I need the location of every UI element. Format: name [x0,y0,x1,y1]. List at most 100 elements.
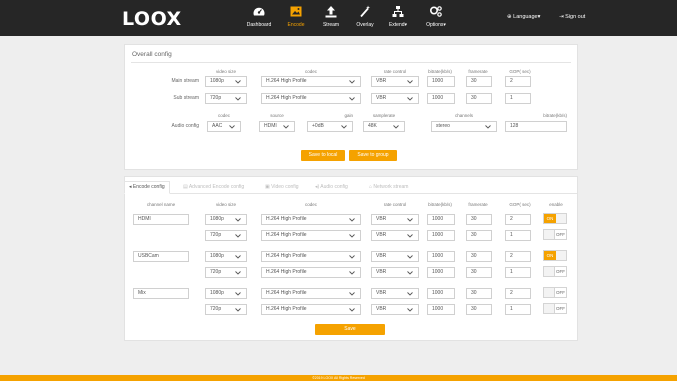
codec-select[interactable]: H.264 High Profile [261,288,361,299]
sub-video-size-select[interactable]: 720p [205,93,247,104]
toggle-knob: ON [544,251,556,260]
dashboard-icon [253,7,265,16]
header-video-size: video size [215,202,236,207]
bitrate-input[interactable]: 1000 [427,214,455,225]
framerate-input[interactable]: 30 [466,251,492,262]
encode-config-panel: ◂ Encode config ▤ Advanced Encode config… [124,176,578,341]
bitrate-input[interactable]: 1000 [427,288,455,299]
audio-config-label: Audio config [171,123,199,129]
chevron-down-icon [407,271,413,275]
chevron-down-icon [235,308,241,312]
codec-select[interactable]: H.264 High Profile [261,267,361,278]
tree-icon [392,6,404,17]
bitrate-input[interactable]: 1000 [427,267,455,278]
enable-toggle[interactable]: OFF [543,229,567,240]
sub-bitrate-input[interactable]: 1000 [427,93,455,104]
rate-control-select[interactable]: VBR [371,267,419,278]
framerate-input[interactable]: 30 [466,288,492,299]
sub-rate-control-select[interactable]: VBR [371,93,419,104]
chevron-down-icon [349,234,355,238]
channel-name-input[interactable]: Mix [133,288,189,299]
header-audio-gain: gain [344,113,353,118]
gop-input[interactable]: 1 [505,267,531,278]
sub-gop-input[interactable]: 1 [505,93,531,104]
framerate-input[interactable]: 30 [466,214,492,225]
main-rate-control-select[interactable]: VBR [371,76,419,87]
framerate-input[interactable]: 30 [466,304,492,315]
framerate-input[interactable]: 30 [466,267,492,278]
main-gop-input[interactable]: 2 [505,76,531,87]
header-gop: GOP( sec) [509,69,531,74]
enable-toggle[interactable]: ON [543,250,567,261]
tab-network-stream[interactable]: ⌂ Network stream [369,181,408,194]
chevron-down-icon [407,218,413,222]
audio-bitrate-input[interactable]: 128 [505,121,567,132]
channel-name-input[interactable]: USBCam [133,251,189,262]
enable-toggle[interactable]: ON [543,213,567,224]
chevron-down-icon [349,218,355,222]
enable-toggle[interactable]: OFF [543,287,567,298]
audio-codec-select[interactable]: AAC [207,121,241,132]
main-codec-select[interactable]: H.264 High Profile [261,76,361,87]
rate-control-select[interactable]: VBR [371,304,419,315]
rate-control-select[interactable]: VBR [371,230,419,241]
sign-out-link[interactable]: ⇥ Sign out [559,14,585,20]
audio-source-select[interactable]: HDMI [259,121,295,132]
sub-codec-select[interactable]: H.264 High Profile [261,93,361,104]
video-size-select[interactable]: 1080p [205,288,247,299]
bitrate-input[interactable]: 1000 [427,230,455,241]
save-to-group-button[interactable]: Save to group [349,150,397,161]
rate-control-select[interactable]: VBR [371,214,419,225]
bitrate-input[interactable]: 1000 [427,304,455,315]
audio-samplerate-select[interactable]: 48K [363,121,405,132]
enable-toggle[interactable]: OFF [543,266,567,277]
tab-advanced-encode-config[interactable]: ▤ Advanced Encode config [183,181,244,194]
tab-video-config[interactable]: ▣ Video config [265,181,299,194]
video-size-select[interactable]: 720p [205,230,247,241]
gop-input[interactable]: 1 [505,304,531,315]
header-rate-control: rate control [383,69,407,74]
chevron-down-icon [235,292,241,296]
rate-control-select[interactable]: VBR [371,251,419,262]
channel-name-input[interactable]: HDMI [133,214,189,225]
audio-gain-select[interactable]: +0dB [307,121,353,132]
header-gop: GOP( sec) [509,202,531,207]
chevron-down-icon [393,125,399,129]
header-bitrate: bitrate(kb/s) [428,202,452,207]
save-button[interactable]: Save [315,324,385,335]
main-framerate-input[interactable]: 30 [466,76,492,87]
toggle-knob: OFF [554,304,566,313]
main-video-size-select[interactable]: 1080p [205,76,247,87]
gop-input[interactable]: 2 [505,288,531,299]
enable-toggle[interactable]: OFF [543,303,567,314]
bitrate-input[interactable]: 1000 [427,251,455,262]
nav-label: Options▾ [426,22,446,28]
chevron-down-icon [235,97,241,101]
codec-select[interactable]: H.264 High Profile [261,214,361,225]
language-menu[interactable]: ⊕ Language▾ [507,14,540,20]
upload-icon [325,6,337,18]
chevron-down-icon [235,255,241,259]
codec-select[interactable]: H.264 High Profile [261,304,361,315]
codec-select[interactable]: H.264 High Profile [261,251,361,262]
video-size-select[interactable]: 1080p [205,251,247,262]
panel-title: Overall config [132,51,172,58]
nav-options[interactable]: Options▾ [414,4,458,34]
gop-input[interactable]: 1 [505,230,531,241]
main-bitrate-input[interactable]: 1000 [427,76,455,87]
sub-stream-label: Sub stream [173,95,199,101]
framerate-input[interactable]: 30 [466,230,492,241]
codec-select[interactable]: H.264 High Profile [261,230,361,241]
audio-channels-select[interactable]: stereo [431,121,497,132]
rate-control-select[interactable]: VBR [371,288,419,299]
chevron-down-icon [407,292,413,296]
gop-input[interactable]: 2 [505,251,531,262]
video-size-select[interactable]: 720p [205,267,247,278]
tab-audio-config[interactable]: ◂) Audio config [315,181,348,194]
video-size-select[interactable]: 720p [205,304,247,315]
gop-input[interactable]: 2 [505,214,531,225]
sub-framerate-input[interactable]: 30 [466,93,492,104]
video-size-select[interactable]: 1080p [205,214,247,225]
tab-encode-config[interactable]: ◂ Encode config [124,181,170,194]
save-to-local-button[interactable]: Save to local [301,150,345,161]
